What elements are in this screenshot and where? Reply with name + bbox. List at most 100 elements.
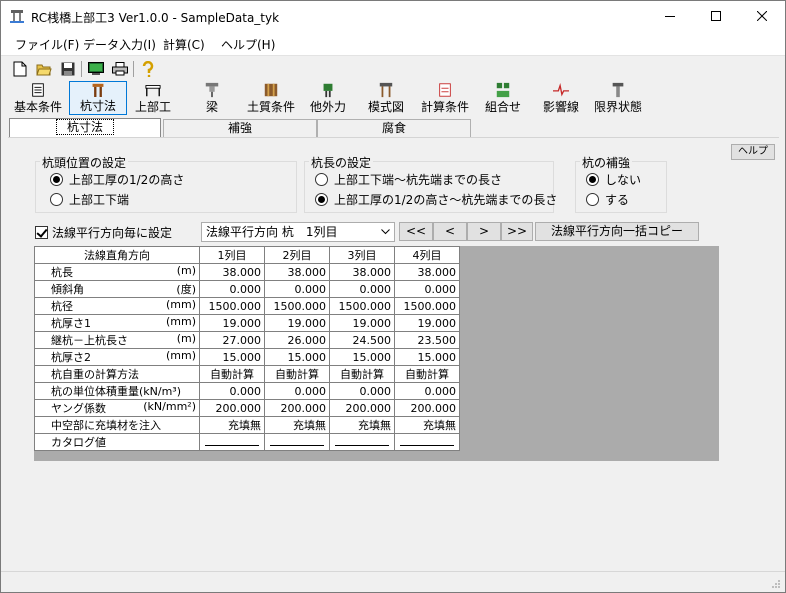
menu-file[interactable]: ファイル(F): [15, 36, 79, 53]
grid-cell[interactable]: 19.000: [329, 314, 395, 332]
grid-cell[interactable]: 19.000: [199, 314, 265, 332]
tool-schematic[interactable]: 模式図: [363, 81, 409, 115]
grid-cell[interactable]: 1500.000: [329, 297, 395, 315]
grid-row-unit: (m): [176, 332, 196, 346]
grid-cell[interactable]: 15.000: [329, 348, 395, 366]
menu-help[interactable]: ヘルプ(H): [221, 36, 275, 53]
pile-dimension-grid: 法線直角方向 1列目 2列目 3列目 4列目 杭長 (m) 38.000 38.000 38.00…: [34, 246, 460, 451]
grid-cell[interactable]: 38.000: [394, 263, 460, 281]
copy-all-button[interactable]: 法線平行方向一括コピー: [535, 222, 699, 241]
nav-first-button[interactable]: <<: [399, 222, 433, 241]
tab-pile-dimensions[interactable]: 杭寸法: [9, 118, 161, 138]
menu-calc[interactable]: 計算(C): [163, 36, 205, 53]
grid-cell[interactable]: 38.000: [329, 263, 395, 281]
tool-superstructure[interactable]: 上部工: [131, 81, 175, 115]
tool-combination[interactable]: 組合せ: [483, 81, 523, 115]
radio-length-half-to-tip[interactable]: 上部工厚の1/2の高さ～杭先端までの長さ: [315, 191, 557, 208]
grid-cell[interactable]: [394, 433, 460, 451]
per-row-setting-checkbox[interactable]: 法線平行方向毎に設定: [35, 224, 172, 241]
help-button[interactable]: ヘルプ: [731, 144, 775, 160]
grid-cell[interactable]: 自動計算: [329, 365, 395, 383]
close-button[interactable]: [739, 1, 785, 31]
radio-pile-head-bottom[interactable]: 上部工下端: [50, 191, 129, 208]
grid-cell[interactable]: 0.000: [394, 280, 460, 298]
grid-row-header: 杭厚さ1 (mm): [34, 314, 200, 332]
print-button[interactable]: [111, 60, 129, 78]
tool-pile-dimensions[interactable]: 杭寸法: [69, 81, 127, 115]
grid-cell[interactable]: [264, 433, 330, 451]
grid-cell[interactable]: 自動計算: [199, 365, 265, 383]
grid-cell[interactable]: 0.000: [264, 382, 330, 400]
grid-cell[interactable]: 38.000: [199, 263, 265, 281]
grid-cell[interactable]: 200.000: [329, 399, 395, 417]
grid-cell[interactable]: 27.000: [199, 331, 265, 349]
grid-cell[interactable]: 1500.000: [394, 297, 460, 315]
nav-next-button[interactable]: >: [467, 222, 501, 241]
grid-cell[interactable]: 0.000: [394, 382, 460, 400]
grid-cell[interactable]: 自動計算: [264, 365, 330, 383]
grid-cell[interactable]: 38.000: [264, 263, 330, 281]
maximize-button[interactable]: [693, 1, 739, 31]
beam-icon: [205, 82, 219, 98]
calc-button[interactable]: [87, 60, 105, 78]
radio-reinforce-no[interactable]: しない: [586, 171, 641, 188]
radio-reinforce-yes[interactable]: する: [586, 191, 629, 208]
grid-cell[interactable]: 26.000: [264, 331, 330, 349]
tool-calc-conditions[interactable]: 計算条件: [417, 81, 473, 115]
tab-reinforcement[interactable]: 補強: [163, 119, 317, 138]
save-button[interactable]: [59, 60, 77, 78]
radio-length-bottom-to-tip[interactable]: 上部工下端～杭先端までの長さ: [315, 171, 502, 188]
tool-influence-line[interactable]: 影響線: [539, 81, 583, 115]
minimize-button[interactable]: [647, 1, 693, 31]
help-tool-button[interactable]: [139, 60, 157, 78]
grid-cell[interactable]: 15.000: [199, 348, 265, 366]
tool-other-forces[interactable]: 他外力: [305, 81, 351, 115]
grid-row-label: 杭厚さ2: [51, 351, 91, 364]
nav-prev-button[interactable]: <: [433, 222, 467, 241]
grid-cell[interactable]: 19.000: [394, 314, 460, 332]
help-icon: [142, 61, 154, 77]
grid-cell[interactable]: 1500.000: [199, 297, 265, 315]
tool-basic-conditions[interactable]: 基本条件: [11, 81, 65, 115]
tab-strip: 杭寸法 補強 腐食: [1, 118, 785, 138]
grid-cell[interactable]: 0.000: [199, 382, 265, 400]
grid-cell[interactable]: 24.500: [329, 331, 395, 349]
new-button[interactable]: [11, 60, 29, 78]
grid-row-header: 中空部に充填材を注入: [34, 416, 200, 434]
grid-cell[interactable]: 充填無: [199, 416, 265, 434]
grid-cell[interactable]: 23.500: [394, 331, 460, 349]
radio-pile-head-half[interactable]: 上部工厚の1/2の高さ: [50, 171, 184, 188]
grid-cell[interactable]: 充填無: [394, 416, 460, 434]
grid-cell[interactable]: [199, 433, 265, 451]
grid-cell[interactable]: 200.000: [394, 399, 460, 417]
grid-cell[interactable]: 200.000: [199, 399, 265, 417]
checkbox-indicator: [35, 226, 48, 239]
empty-value-line: [205, 438, 259, 446]
grid-cell[interactable]: 15.000: [264, 348, 330, 366]
grid-cell[interactable]: 充填無: [329, 416, 395, 434]
grid-cell[interactable]: [329, 433, 395, 451]
open-button[interactable]: [35, 60, 53, 78]
grid-row-label: 杭長: [51, 266, 73, 279]
menu-data-input[interactable]: データ入力(I): [83, 36, 156, 53]
tool-soil-conditions[interactable]: 土質条件: [243, 81, 299, 115]
grid-corner-header: 法線直角方向: [34, 246, 200, 264]
grid-cell[interactable]: 0.000: [199, 280, 265, 298]
grid-cell[interactable]: 0.000: [329, 280, 395, 298]
grid-cell[interactable]: 自動計算: [394, 365, 460, 383]
grid-cell[interactable]: 0.000: [264, 280, 330, 298]
group-title: 杭長の設定: [309, 154, 374, 171]
grid-cell[interactable]: 200.000: [264, 399, 330, 417]
other-forces-icon: [323, 83, 333, 98]
grid-cell[interactable]: 1500.000: [264, 297, 330, 315]
tool-limit-state[interactable]: 限界状態: [591, 81, 645, 115]
grid-cell[interactable]: 15.000: [394, 348, 460, 366]
nav-last-button[interactable]: >>: [501, 222, 533, 241]
grid-cell[interactable]: 充填無: [264, 416, 330, 434]
tool-beam[interactable]: 梁: [197, 81, 227, 115]
tab-corrosion[interactable]: 腐食: [317, 119, 471, 138]
grid-cell[interactable]: 0.000: [329, 382, 395, 400]
row-select-combo[interactable]: 法線平行方向 杭 1列目: [201, 222, 395, 242]
resize-grip-icon[interactable]: [771, 579, 781, 589]
grid-cell[interactable]: 19.000: [264, 314, 330, 332]
